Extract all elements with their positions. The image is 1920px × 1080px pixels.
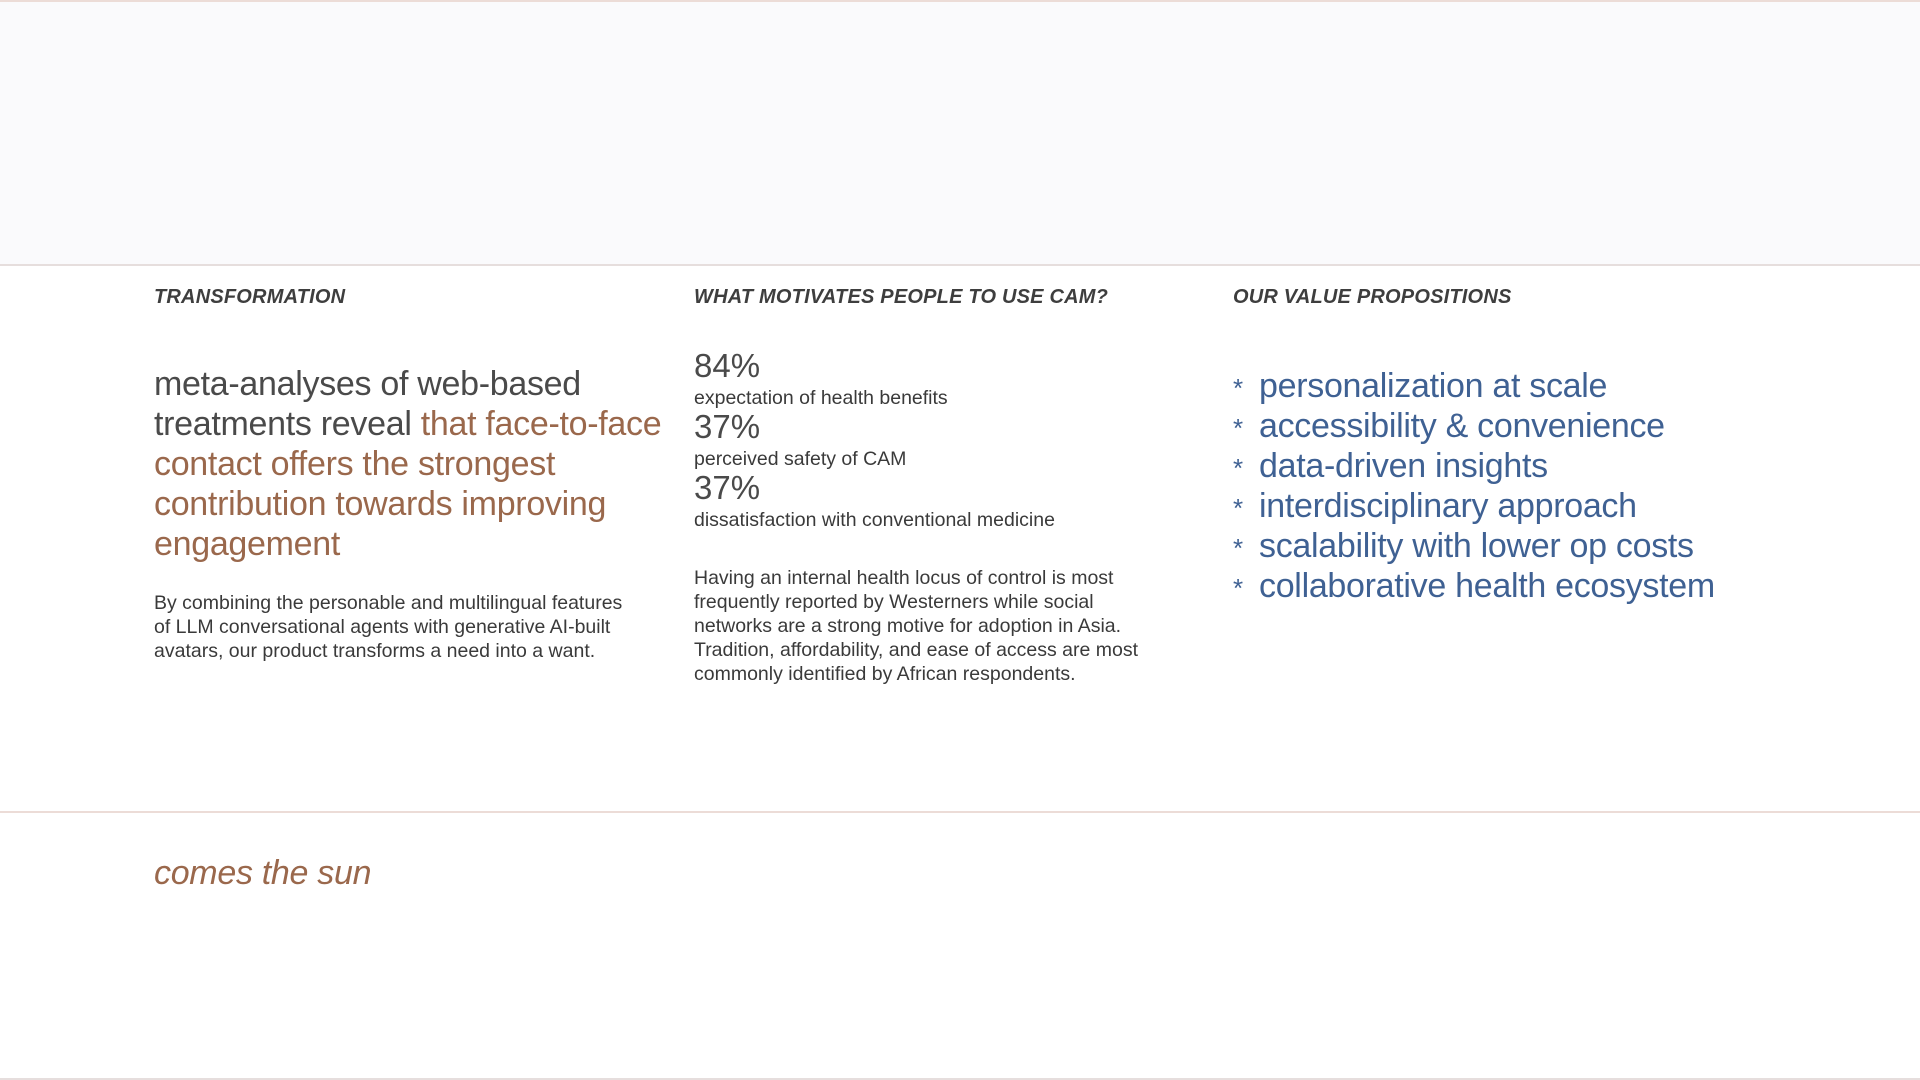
hero-banner: [0, 0, 1920, 266]
list-item: * accessibility & convenience: [1233, 406, 1743, 446]
value-proposition-text: accessibility & convenience: [1259, 407, 1665, 445]
stat-label: expectation of health benefits: [694, 387, 948, 409]
stat-label: perceived safety of CAM: [694, 448, 907, 470]
value-propositions-section: OUR VALUE PROPOSITIONS * personalization …: [1233, 283, 1743, 606]
list-item: * data-driven insights: [1233, 446, 1743, 486]
transformation-lead: meta-analyses of web-based treatments re…: [154, 364, 664, 564]
motivations-body: Having an internal health locus of contr…: [694, 567, 1139, 685]
stat-label: dissatisfaction with conventional medici…: [694, 509, 1055, 531]
section-heading-motivations: WHAT MOTIVATES PEOPLE TO USE CAM?: [694, 286, 1109, 308]
list-item: * personalization at scale: [1233, 366, 1743, 406]
transformation-section: TRANSFORMATION meta-analyses of web-base…: [154, 283, 664, 663]
value-proposition-text: scalability with lower op costs: [1259, 527, 1694, 565]
asterisk-icon: *: [1233, 413, 1243, 443]
value-propositions-list: * personalization at scale * accessibility…: [1233, 366, 1743, 606]
asterisk-icon: *: [1233, 573, 1243, 603]
footer-tagline: comes the sun: [154, 854, 372, 892]
transformation-body: By combining the personable and multilin…: [154, 592, 623, 662]
stats-list: 84% expectation of health benefits 37% p…: [694, 349, 1204, 535]
list-item: * interdisciplinary approach: [1233, 486, 1743, 526]
asterisk-icon: *: [1233, 493, 1243, 523]
page: TRANSFORMATION meta-analyses of web-base…: [0, 0, 1920, 1080]
stat-item: 37% perceived safety of CAM: [694, 410, 1204, 474]
asterisk-icon: *: [1233, 453, 1243, 483]
stat-value: 37%: [694, 408, 761, 445]
section-heading-transformation: TRANSFORMATION: [154, 286, 346, 308]
stat-item: 84% expectation of health benefits: [694, 349, 1204, 413]
section-divider: [0, 811, 1920, 813]
motivations-section: WHAT MOTIVATES PEOPLE TO USE CAM? 84% ex…: [694, 283, 1204, 686]
asterisk-icon: *: [1233, 373, 1243, 403]
value-proposition-text: data-driven insights: [1259, 447, 1548, 485]
value-proposition-text: collaborative health ecosystem: [1259, 567, 1715, 605]
list-item: * collaborative health ecosystem: [1233, 566, 1743, 606]
asterisk-icon: *: [1233, 533, 1243, 563]
section-heading-value-propositions: OUR VALUE PROPOSITIONS: [1233, 286, 1512, 308]
value-proposition-text: interdisciplinary approach: [1259, 487, 1637, 525]
stat-value: 37%: [694, 469, 761, 506]
stat-item: 37% dissatisfaction with conventional me…: [694, 471, 1204, 535]
stat-value: 84%: [694, 347, 761, 384]
value-proposition-text: personalization at scale: [1259, 367, 1608, 405]
list-item: * scalability with lower op costs: [1233, 526, 1743, 566]
